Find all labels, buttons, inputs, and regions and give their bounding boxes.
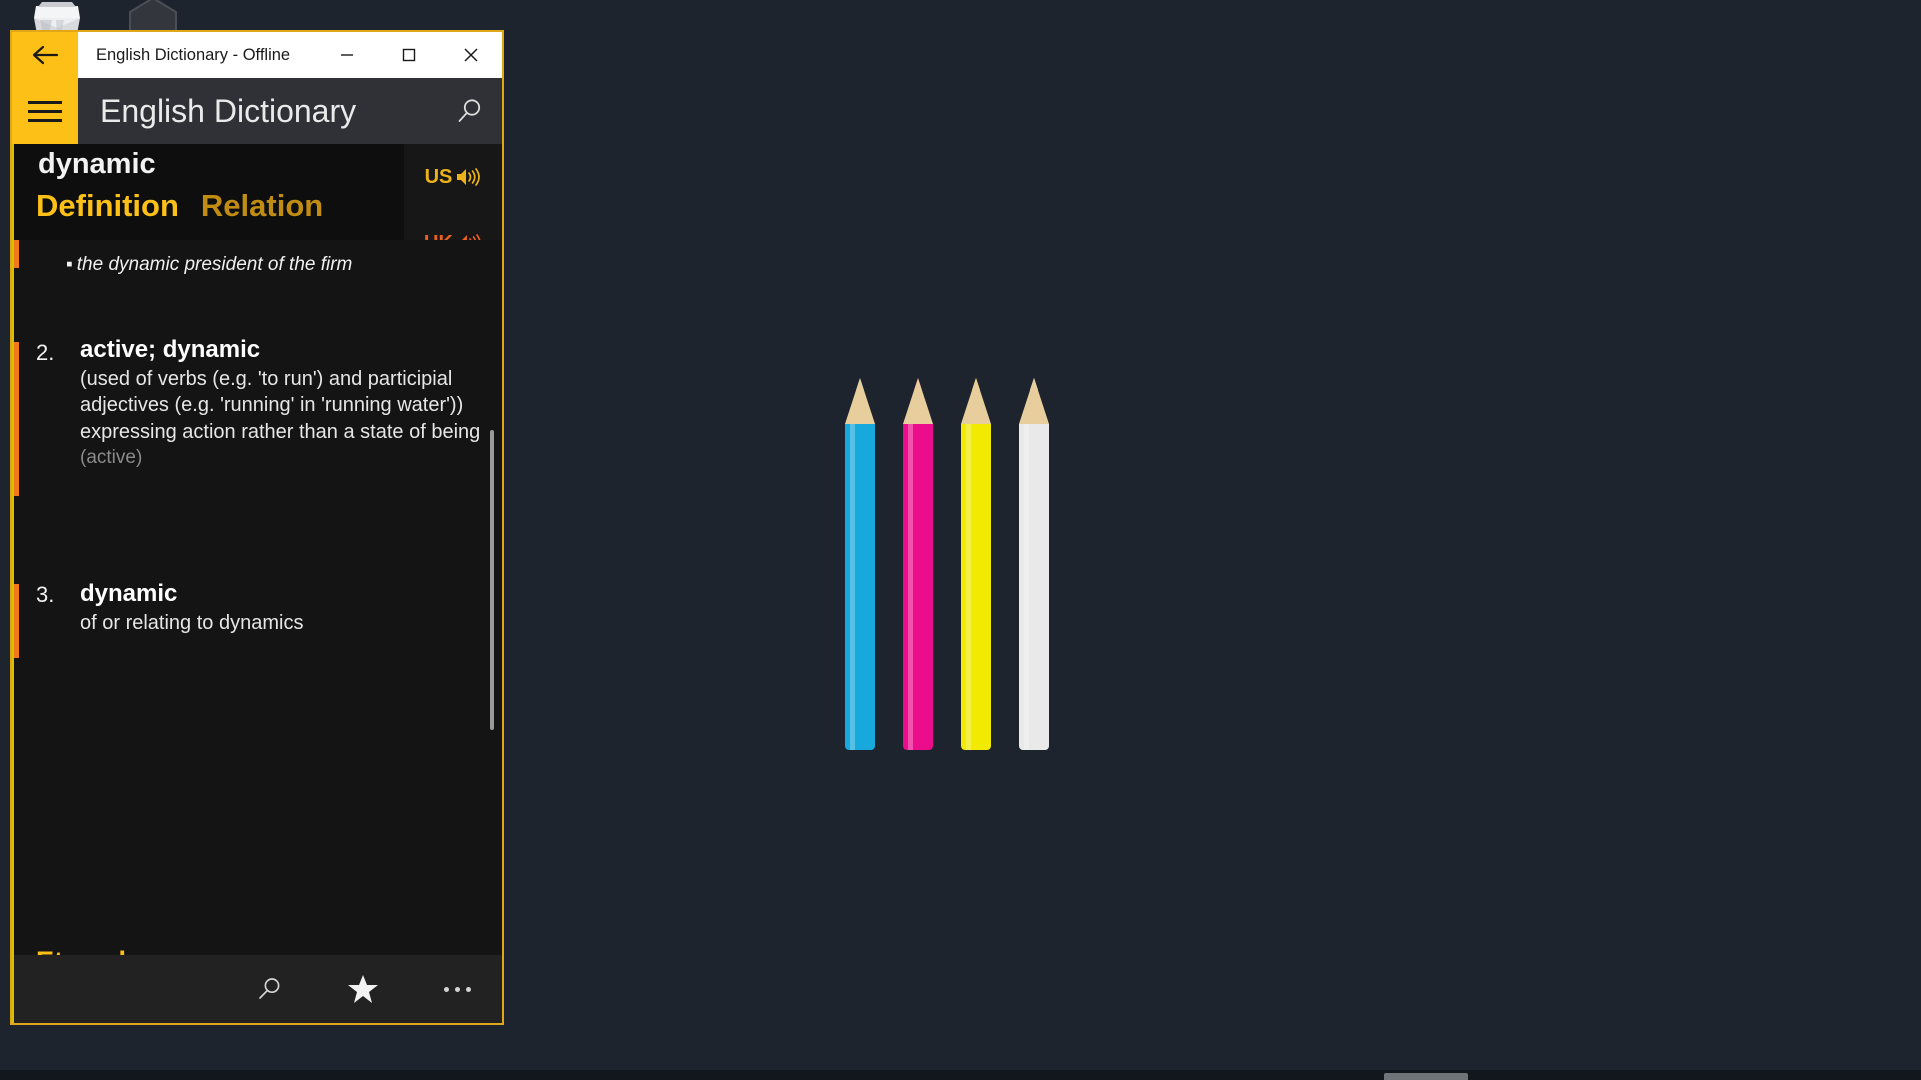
app-header: English Dictionary <box>12 78 502 144</box>
tab-bar: Definition Relation <box>36 188 323 224</box>
entry-accent-bar <box>14 240 19 268</box>
tab-relation[interactable]: Relation <box>201 188 323 224</box>
definition-number: 2. <box>36 340 55 365</box>
close-button[interactable] <box>440 32 502 78</box>
pencil-body <box>903 424 933 750</box>
app-title: English Dictionary <box>100 92 357 129</box>
ellipsis-icon[interactable] <box>434 966 480 1012</box>
maximize-button[interactable] <box>378 32 440 78</box>
word-band: dynamic Definition Relation US UK <box>12 144 502 276</box>
bottom-app-bar <box>12 955 502 1023</box>
definition-entry: ▪ the dynamic president of the firm <box>14 240 502 336</box>
search-icon[interactable] <box>246 966 292 1012</box>
wallpaper-pencils <box>845 370 1070 750</box>
tab-definition[interactable]: Definition <box>36 188 179 224</box>
definition-example: ▪ the dynamic president of the firm <box>66 254 353 275</box>
title-bar: English Dictionary - Offline <box>12 32 502 78</box>
dictionary-app-window: English Dictionary - Offline English Dic… <box>10 30 504 1025</box>
definition-body: (used of verbs (e.g. 'to run') and parti… <box>80 368 481 443</box>
bullet-icon: ▪ <box>66 254 73 275</box>
speaker-icon <box>457 168 481 186</box>
entry-accent-bar <box>14 584 19 658</box>
definition-tag: (active) <box>80 447 143 469</box>
pencil-body <box>961 424 991 750</box>
headword: dynamic <box>38 148 156 180</box>
definitions-scroll-area[interactable]: ▪ the dynamic president of the firm 2. ac… <box>12 240 502 955</box>
definition-body: of or relating to dynamics <box>80 612 304 634</box>
definition-title: dynamic <box>80 580 178 607</box>
window-title: English Dictionary - Offline <box>96 45 291 64</box>
pronounce-us-button[interactable]: US <box>404 144 502 210</box>
back-button[interactable] <box>12 32 78 78</box>
definition-entry: 2. active; dynamic (used of verbs (e.g. … <box>14 336 502 548</box>
pencil-wood <box>961 378 991 424</box>
star-icon[interactable] <box>340 966 386 1012</box>
definition-entry: 3. dynamic of or relating to dynamics <box>14 548 502 690</box>
taskbar-thumb[interactable] <box>1384 1073 1468 1080</box>
entry-accent-bar <box>14 342 19 496</box>
pronounce-us-label: US <box>424 165 453 188</box>
definition-title: active; dynamic <box>80 336 261 363</box>
minimize-button[interactable] <box>316 32 378 78</box>
definition-number: 3. <box>36 582 55 607</box>
pencil-wood <box>903 378 933 424</box>
pencil-wood <box>845 378 875 424</box>
taskbar[interactable] <box>0 1070 1921 1080</box>
content-scrollbar[interactable] <box>490 430 494 730</box>
search-icon[interactable] <box>436 78 502 144</box>
etymology-heading: Etymology <box>36 946 174 955</box>
desktop: CCM <box>0 0 1921 1080</box>
hamburger-icon[interactable] <box>12 78 78 144</box>
pencil-body <box>845 424 875 750</box>
pencil-wood <box>1019 378 1049 424</box>
pencil-body <box>1019 424 1049 750</box>
